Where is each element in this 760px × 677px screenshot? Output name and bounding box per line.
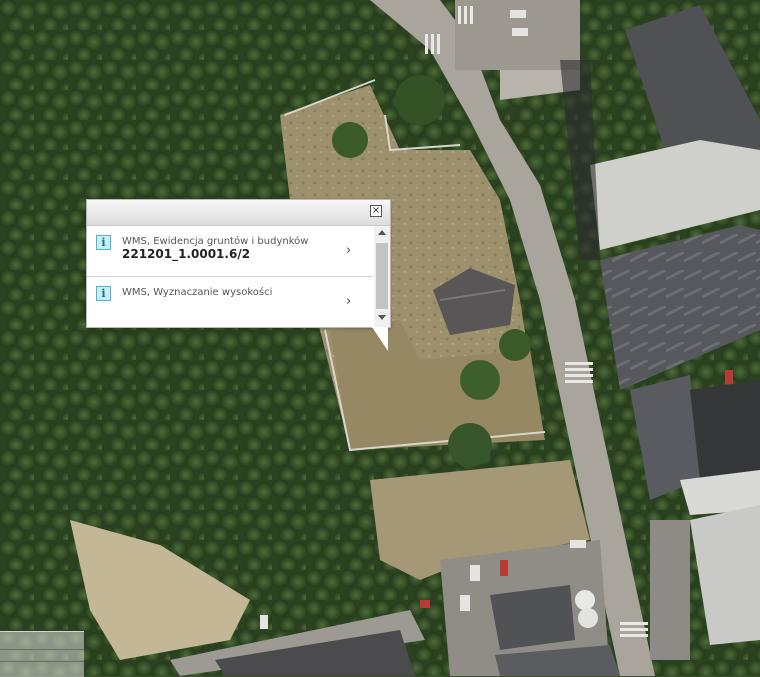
- result-item[interactable]: i WMS, Ewidencja gruntów i budynków 2212…: [87, 226, 373, 277]
- scroll-down-icon[interactable]: [378, 315, 386, 320]
- chevron-right-icon[interactable]: ›: [346, 294, 351, 309]
- scroll-up-icon[interactable]: [378, 230, 386, 235]
- feature-info-popup: × i WMS, Ewidencja gruntów i budynków 22…: [86, 199, 391, 328]
- result-source: WMS, Ewidencja gruntów i budynków: [122, 236, 309, 247]
- result-item[interactable]: i WMS, Wyznaczanie wysokości ›: [87, 277, 373, 327]
- scale-bar: [0, 631, 84, 677]
- results-list: i WMS, Ewidencja gruntów i budynków 2212…: [87, 226, 373, 327]
- popup-pointer: [372, 327, 388, 351]
- info-icon: i: [96, 286, 111, 301]
- result-source: WMS, Wyznaczanie wysokości: [122, 287, 273, 298]
- result-value: 221201_1.0001.6/2: [122, 247, 251, 261]
- scale-line: [0, 661, 84, 662]
- scale-line: [0, 649, 84, 650]
- chevron-right-icon[interactable]: ›: [346, 243, 351, 258]
- info-icon: i: [96, 235, 111, 250]
- scrollbar-thumb[interactable]: [376, 243, 388, 309]
- scrollbar[interactable]: [374, 226, 390, 327]
- close-icon[interactable]: ×: [370, 205, 382, 217]
- building: [490, 585, 575, 650]
- building: [690, 380, 760, 480]
- popup-header: ×: [87, 200, 390, 226]
